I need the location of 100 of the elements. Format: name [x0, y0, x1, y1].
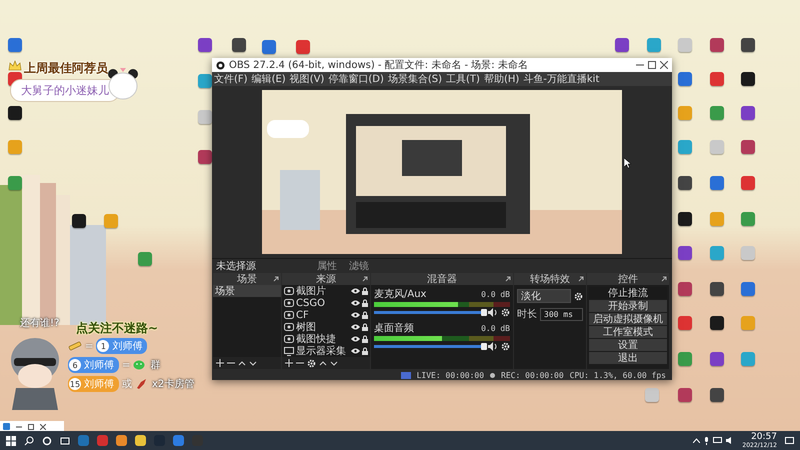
down-icon[interactable]: [249, 359, 257, 367]
clock-time[interactable]: 20:57: [751, 432, 777, 442]
rule-text: x2卡房管: [152, 378, 194, 391]
app-icon[interactable]: [710, 388, 724, 402]
menu-item[interactable]: 文件(F): [212, 72, 250, 86]
speaker-icon[interactable]: [488, 342, 498, 351]
menu-item[interactable]: 帮助(H): [482, 72, 522, 86]
menu-item[interactable]: 停靠窗口(D): [326, 72, 386, 86]
maximize-icon[interactable]: [28, 424, 34, 430]
gear-icon[interactable]: [501, 342, 510, 351]
connector-text: =: [85, 340, 94, 352]
up-icon[interactable]: [319, 359, 327, 367]
eye-icon[interactable]: [351, 312, 360, 318]
circle-icon[interactable]: [42, 436, 52, 446]
undock-icon[interactable]: [362, 276, 368, 282]
lock-icon[interactable]: [362, 347, 368, 355]
lock-icon[interactable]: [362, 287, 368, 295]
gear-icon[interactable]: [501, 308, 510, 317]
eye-icon[interactable]: [351, 288, 360, 294]
taskbar-app-icon[interactable]: [173, 435, 184, 446]
control-button[interactable]: 工作室模式: [589, 326, 667, 338]
microphone-icon[interactable]: [704, 436, 710, 444]
source-name[interactable]: 截图快捷: [296, 332, 349, 346]
undock-icon[interactable]: [273, 276, 279, 282]
source-name[interactable]: 显示器采集: [296, 344, 349, 358]
app-icon[interactable]: [741, 38, 755, 52]
app-icon[interactable]: [72, 214, 86, 228]
source-name[interactable]: CF: [296, 310, 349, 320]
source-name[interactable]: CSGO: [296, 298, 349, 308]
toolbar-button[interactable]: 滤镜: [346, 259, 372, 273]
connector-text: 或: [122, 378, 132, 391]
name-bubble: 大舅子的小迷妹儿: [10, 79, 120, 102]
window-title: OBS 27.2.4 (64-bit, windows) - 配置文件: 未命名 - 场景: 未命名: [229, 58, 529, 72]
close-icon[interactable]: [660, 61, 668, 69]
undock-icon[interactable]: [578, 276, 584, 282]
transition-dropdown[interactable]: 淡化: [517, 289, 571, 303]
sticker-caption: 还有谁!?: [20, 316, 60, 330]
selected-source-label: 未选择源: [216, 260, 257, 273]
notification-icon[interactable]: [785, 436, 794, 444]
eye-icon[interactable]: [351, 336, 360, 342]
taskbar-app-icon[interactable]: [116, 435, 127, 446]
menu-item[interactable]: 编辑(E): [250, 72, 288, 86]
volume-slider-fill[interactable]: [374, 311, 485, 314]
windows-start-icon[interactable]: [6, 436, 16, 446]
chat-bubble-icon: [133, 359, 148, 371]
control-button[interactable]: 设置: [589, 339, 667, 351]
undock-icon[interactable]: [661, 276, 667, 282]
lock-icon[interactable]: [362, 335, 368, 343]
close-icon[interactable]: [40, 424, 46, 430]
gear-icon[interactable]: [307, 358, 316, 368]
menu-item[interactable]: 斗鱼-万能直播kit: [521, 72, 602, 86]
source-name[interactable]: 截图片: [296, 284, 349, 298]
menu-item[interactable]: 工具(T): [444, 72, 482, 86]
app-icon[interactable]: [678, 176, 692, 190]
rec-timer: REC: 00:00:00: [501, 370, 564, 380]
eye-icon[interactable]: [351, 348, 360, 354]
app-icon[interactable]: [710, 282, 724, 296]
minimized-window[interactable]: [0, 421, 64, 432]
eye-icon[interactable]: [351, 300, 360, 306]
badge-level: 1: [97, 340, 110, 352]
control-button[interactable]: 开始录制: [589, 300, 667, 312]
crown-icon: [8, 60, 22, 72]
network-icon[interactable]: [713, 437, 722, 444]
lock-icon[interactable]: [362, 299, 368, 307]
undock-icon[interactable]: [505, 276, 511, 282]
app-icon[interactable]: [678, 212, 692, 226]
image-icon: [284, 287, 294, 295]
menu-item[interactable]: 场景集合(S): [386, 72, 444, 86]
scene-item[interactable]: 场景: [213, 285, 281, 297]
app-icon[interactable]: [741, 72, 755, 86]
plus-icon[interactable]: [285, 359, 293, 367]
source-name[interactable]: 树图: [296, 320, 349, 334]
app-icon[interactable]: [232, 38, 246, 52]
volume-slider-fill[interactable]: [374, 345, 485, 348]
minimize-icon[interactable]: [16, 424, 22, 430]
speaker-icon[interactable]: [488, 308, 498, 317]
duration-field[interactable]: 300 ms: [540, 308, 583, 320]
lock-icon[interactable]: [362, 311, 368, 319]
lock-icon[interactable]: [362, 323, 368, 331]
volume-reading: 0.0 dB: [481, 290, 510, 298]
app-icon[interactable]: [710, 316, 724, 330]
gear-icon[interactable]: [574, 292, 583, 300]
badge-name: 刘师傅: [84, 378, 114, 391]
taskbar-app-icon[interactable]: [135, 435, 146, 446]
app-icon[interactable]: [8, 106, 22, 120]
search-icon[interactable]: [24, 436, 34, 446]
down-icon[interactable]: [330, 359, 338, 367]
plus-icon[interactable]: [216, 359, 224, 367]
control-button[interactable]: 退出: [589, 352, 667, 364]
app-logo-icon: [216, 60, 225, 70]
control-button[interactable]: 启动虚拟摄像机: [589, 313, 667, 325]
toolbar-button[interactable]: 属性: [314, 259, 340, 273]
app-icon: [3, 423, 10, 430]
up-icon[interactable]: [238, 359, 246, 367]
chevron-up-icon[interactable]: [693, 438, 700, 443]
eye-icon[interactable]: [351, 324, 360, 330]
image-icon: [284, 335, 294, 343]
task-view-icon[interactable]: [60, 436, 70, 446]
menu-item[interactable]: 视图(V): [288, 72, 326, 86]
maximize-icon[interactable]: [648, 61, 656, 69]
